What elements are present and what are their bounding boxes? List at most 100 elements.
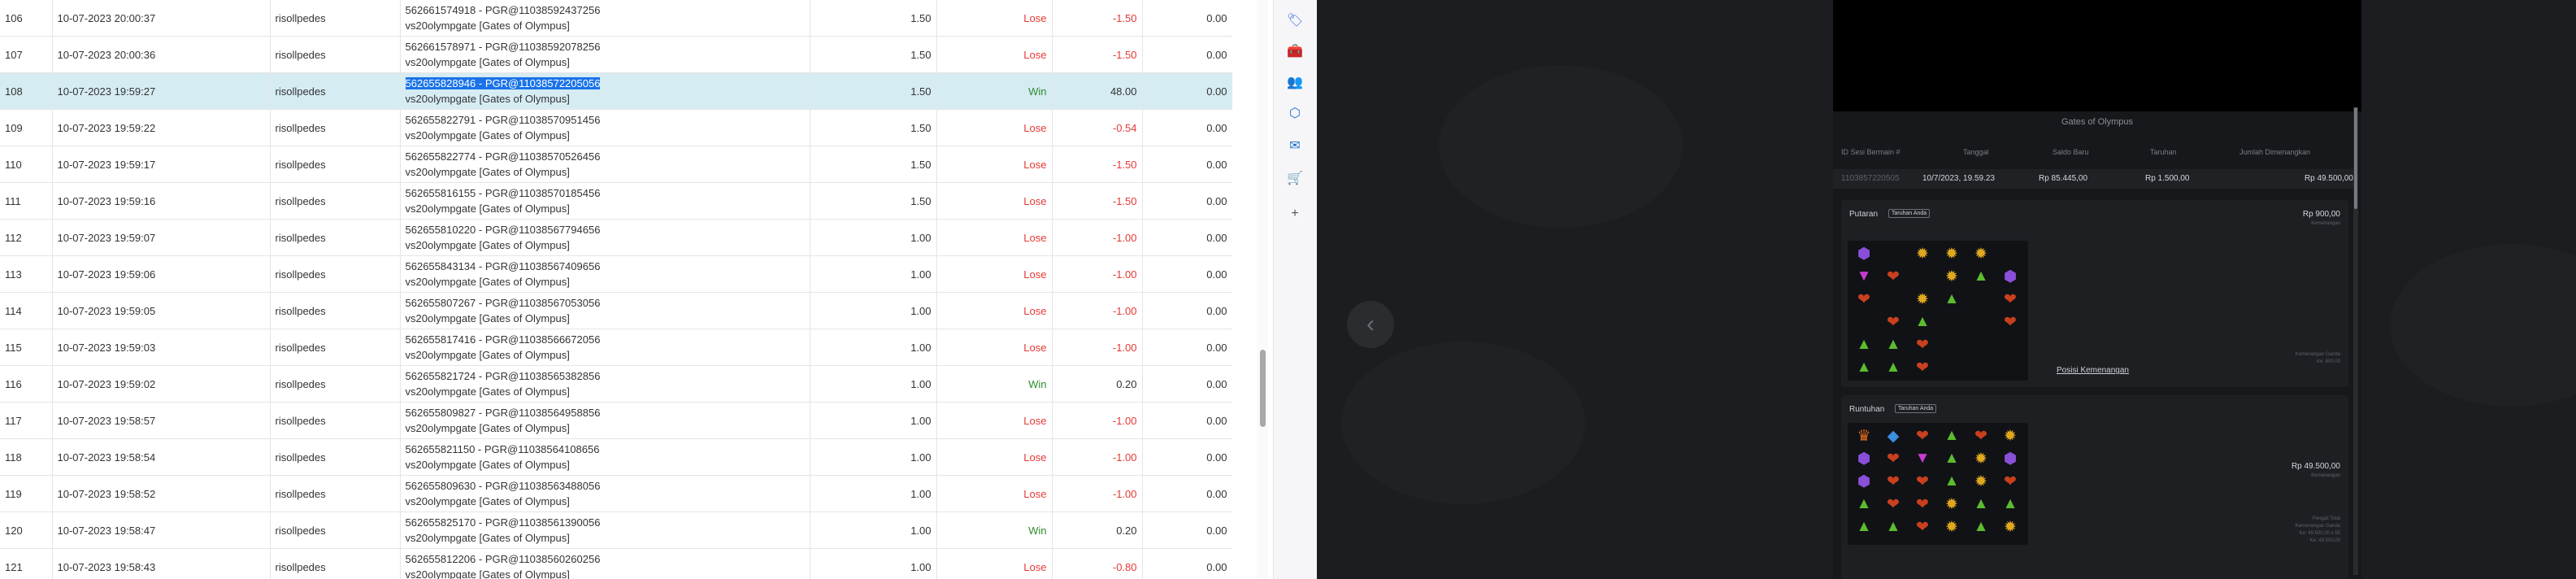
row-bet-detail: 562655812206 - PGR@11038560260256 vs20oly… (400, 548, 810, 579)
table-row[interactable]: 114 10-07-2023 19:59:05 risollpedes 5626558… (0, 292, 1232, 329)
table-row[interactable]: 111 10-07-2023 19:59:16 risollpedes 5626558… (0, 182, 1232, 220)
spin-symbol (1966, 333, 1996, 356)
add-icon[interactable]: + (1286, 205, 1304, 223)
game-name: vs20olympgate [Gates of Olympus] (405, 276, 570, 288)
summary-session-id: 1103857220505 (1841, 174, 1900, 183)
table-row[interactable]: 120 10-07-2023 19:58:47 risollpedes 5626558… (0, 512, 1232, 549)
row-bet-detail: 562655825170 - PGR@11038561390056 vs20oly… (400, 512, 810, 549)
row-result: Lose (936, 109, 1053, 146)
row-number: 115 (0, 329, 53, 366)
spin-symbol (1937, 311, 1966, 333)
row-number: 112 (0, 219, 53, 256)
tumble-symbol: ♛ (1857, 427, 1871, 445)
bet-id: 562661578971 - PGR@11038592078256 (405, 41, 601, 53)
row-datetime: 10-07-2023 19:59:06 (52, 255, 271, 293)
table-row[interactable]: 113 10-07-2023 19:59:06 risollpedes 5626558… (0, 255, 1232, 293)
spin-symbol (1879, 242, 1908, 265)
row-bet-amount: 1.00 (810, 475, 937, 512)
row-username: risollpedes (270, 512, 401, 549)
game-name: vs20olympgate [Gates of Olympus] (405, 129, 570, 141)
tag-icon[interactable]: 🏷 (1286, 11, 1304, 29)
game-video-area (1833, 0, 2361, 111)
row-datetime: 10-07-2023 19:58:43 (52, 548, 271, 579)
table-row[interactable]: 118 10-07-2023 19:58:54 risollpedes 5626558… (0, 438, 1232, 476)
panel-scrollbar-thumb[interactable] (2354, 107, 2357, 209)
previous-button[interactable]: ‹ (1347, 301, 1394, 348)
row-result: Lose (936, 402, 1053, 439)
spin-symbol: ❤ (1916, 336, 1929, 354)
table-row[interactable]: 107 10-07-2023 20:00:36 risollpedes 5626615… (0, 36, 1232, 73)
row-username: risollpedes (270, 72, 401, 110)
table-scrollbar[interactable] (1257, 0, 1268, 579)
tumble-symbol: ▼ (1914, 450, 1931, 467)
table-row[interactable]: 109 10-07-2023 19:59:22 risollpedes 5626558… (0, 109, 1232, 146)
row-bet-amount: 1.00 (810, 365, 937, 403)
table-row[interactable]: 117 10-07-2023 19:58:57 risollpedes 5626558… (0, 402, 1232, 439)
bet-id: 562655822791 - PGR@11038570951456 (405, 114, 601, 126)
row-bet-amount: 1.50 (810, 182, 937, 220)
outlook-icon[interactable]: ✉ (1286, 137, 1304, 155)
row-total: 0.00 (1142, 475, 1232, 512)
spin-symbol: ❤ (1857, 290, 1870, 308)
row-total: 0.00 (1142, 402, 1232, 439)
tumble-symbol: ✹ (1945, 495, 1958, 513)
row-bet-amount: 1.00 (810, 329, 937, 366)
table-row[interactable]: 108 10-07-2023 19:59:27 risollpedes 5626558… (0, 72, 1232, 110)
table-row[interactable]: 119 10-07-2023 19:58:52 risollpedes 5626558… (0, 475, 1232, 512)
game-name: vs20olympgate [Gates of Olympus] (405, 349, 570, 361)
win-position-link[interactable]: Posisi Kemenangan (2057, 366, 2129, 375)
row-result: Win (936, 72, 1053, 110)
tumble-symbol: ✹ (1974, 472, 1987, 490)
row-bet-detail: 562655809630 - PGR@11038563488056 vs20oly… (400, 475, 810, 512)
row-number: 118 (0, 438, 53, 476)
game-name: vs20olympgate [Gates of Olympus] (405, 166, 570, 178)
table-row[interactable]: 115 10-07-2023 19:59:03 risollpedes 5626558… (0, 329, 1232, 366)
table-row[interactable]: 106 10-07-2023 20:00:37 risollpedes 5626615… (0, 0, 1232, 37)
spin-symbol: ▲ (1856, 336, 1872, 353)
cart-icon[interactable]: 🛒 (1286, 169, 1304, 187)
row-datetime: 10-07-2023 19:58:54 (52, 438, 271, 476)
people-icon[interactable]: 👥 (1286, 73, 1304, 91)
table-row[interactable]: 121 10-07-2023 19:58:43 risollpedes 5626558… (0, 548, 1232, 579)
row-datetime: 10-07-2023 19:59:22 (52, 109, 271, 146)
row-winloss: -0.54 (1052, 109, 1143, 146)
row-datetime: 10-07-2023 19:58:57 (52, 402, 271, 439)
row-bet-amount: 1.00 (810, 512, 937, 549)
tumble-symbol: ⬢ (1857, 472, 1871, 490)
game-name: vs20olympgate [Gates of Olympus] (405, 312, 570, 324)
tumble-info-line4: Ke: 49.500,00 (2309, 538, 2340, 543)
row-username: risollpedes (270, 402, 401, 439)
row-bet-detail: 562655828946 - PGR@11038572205056 vs20oly… (400, 72, 810, 110)
office-icon[interactable]: ⬡ (1286, 104, 1304, 122)
table-row[interactable]: 116 10-07-2023 19:59:02 risollpedes 5626558… (0, 365, 1232, 403)
row-number: 111 (0, 182, 53, 220)
summary-date: 10/7/2023, 19.59.23 (1922, 174, 1995, 183)
row-result: Lose (936, 329, 1053, 366)
row-winloss: 48.00 (1052, 72, 1143, 110)
panel-scrollbar[interactable] (2353, 107, 2358, 575)
spin-symbol: ✹ (1916, 245, 1929, 263)
spin-symbol: ▼ (1856, 268, 1872, 285)
spin-symbol: ✹ (1916, 290, 1929, 308)
row-result: Lose (936, 292, 1053, 329)
game-name: vs20olympgate [Gates of Olympus] (405, 385, 570, 398)
row-winloss: -1.00 (1052, 219, 1143, 256)
row-number: 119 (0, 475, 53, 512)
bet-id: 562655810220 - PGR@11038567794656 (405, 224, 601, 236)
game-name: vs20olympgate [Gates of Olympus] (405, 239, 570, 251)
row-result: Lose (936, 146, 1053, 183)
row-total: 0.00 (1142, 109, 1232, 146)
tumble-card: Runtuhan Taruhan Anda ♛ ◆ ❤ ▲ ❤ ✹ ⬢ ❤ ▼ ▲ ✹ ⬢ ⬢ ❤ ❤ ▲ ✹ ❤… (1841, 395, 2348, 579)
toolbox-icon[interactable]: 🧰 (1286, 42, 1304, 60)
table-row[interactable]: 112 10-07-2023 19:59:07 risollpedes 5626558… (0, 219, 1232, 256)
tumble-info-line1: Pengali Total (2312, 516, 2340, 521)
row-number: 109 (0, 109, 53, 146)
row-datetime: 10-07-2023 19:59:03 (52, 329, 271, 366)
row-total: 0.00 (1142, 512, 1232, 549)
row-number: 120 (0, 512, 53, 549)
table-row[interactable]: 110 10-07-2023 19:59:17 risollpedes 5626558… (0, 146, 1232, 183)
row-bet-detail: 562661574918 - PGR@11038592437256 vs20oly… (400, 0, 810, 37)
header-date: Tanggal (1963, 148, 1989, 156)
row-username: risollpedes (270, 146, 401, 183)
table-scrollbar-thumb[interactable] (1260, 350, 1266, 427)
